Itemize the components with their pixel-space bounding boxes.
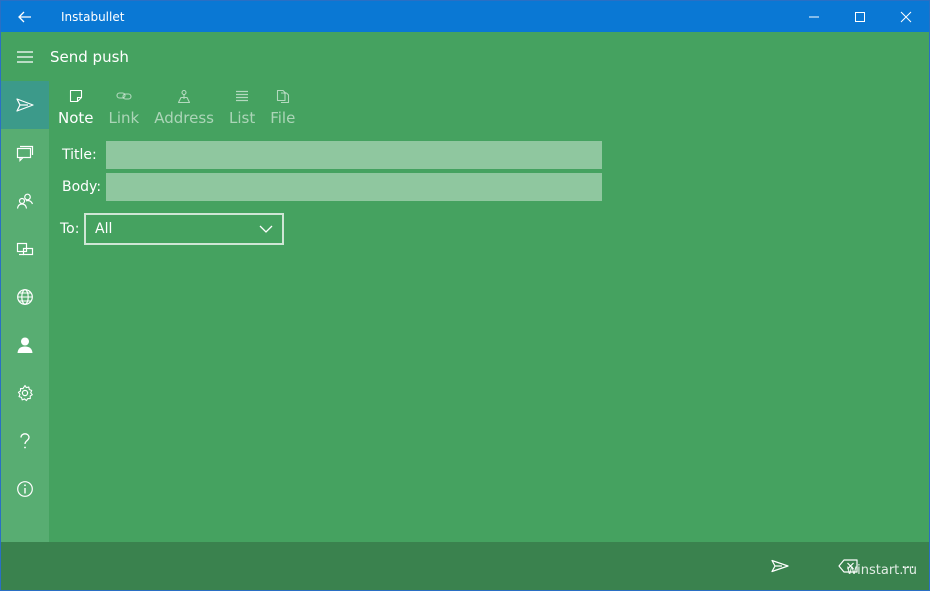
body-input[interactable] [106,173,602,201]
minimize-icon [809,16,819,17]
person-icon [17,337,33,353]
nav-item-help[interactable] [1,417,49,465]
back-arrow-icon [18,11,31,22]
window-controls [791,1,929,32]
recipient-select[interactable]: All [84,213,284,245]
back-button[interactable] [1,1,49,32]
link-icon [116,92,132,100]
close-icon [900,11,912,22]
title-label: Title: [62,147,97,163]
window-title: Instabullet [61,9,125,24]
minimize-button[interactable] [791,1,837,32]
tab-label: File [270,109,296,127]
watermark: winstart.ru [846,563,917,578]
map-pin-icon [178,89,191,103]
tab-note[interactable]: Note [55,85,97,133]
body-row: Body: [62,173,602,201]
tab-link[interactable]: Link [106,85,143,133]
title-row: Title: [62,141,602,169]
nav-item-channels[interactable] [1,273,49,321]
title-input[interactable] [106,141,602,169]
push-type-tabs: Note Link Address List File [55,85,307,133]
send-icon [16,98,34,112]
gear-icon [17,384,33,402]
tab-label: List [228,109,256,127]
file-icon [276,89,289,103]
page-header: Send push [1,32,929,81]
nav-item-send-push[interactable] [1,81,49,129]
nav-item-friends[interactable] [1,177,49,225]
send-button[interactable] [766,552,794,580]
info-icon [17,481,33,497]
sidebar-nav [1,81,49,542]
close-button[interactable] [883,1,929,32]
tab-label: Link [108,109,140,127]
body-label: Body: [62,179,102,195]
help-icon [20,433,30,449]
tab-file[interactable]: File [267,85,298,133]
tab-label: Note [58,109,94,127]
page-title: Send push [50,47,129,66]
menu-button[interactable] [1,32,49,81]
tab-label: Address [154,109,214,127]
nav-item-devices[interactable] [1,225,49,273]
nav-item-account[interactable] [1,321,49,369]
chevron-down-icon [259,225,273,233]
maximize-icon [855,11,865,22]
bottom-app-bar: ... winstart.ru [1,542,929,590]
note-icon [69,89,82,103]
nav-item-settings[interactable] [1,369,49,417]
nav-item-pushes[interactable] [1,129,49,177]
nav-item-about[interactable] [1,465,49,513]
devices-icon [16,242,34,256]
app-window: Instabullet Send push Note Link Address … [0,0,930,591]
list-icon [236,90,249,102]
people-icon [16,193,34,209]
recipient-select-value: All [95,221,113,237]
tab-address[interactable]: Address [151,85,217,133]
maximize-button[interactable] [837,1,883,32]
send-icon [771,559,789,573]
to-label: To: [60,221,80,237]
chat-icon [16,145,34,162]
tab-list[interactable]: List [226,85,258,133]
to-row: To: All [60,213,284,245]
title-bar: Instabullet [1,1,929,32]
globe-icon [17,289,33,305]
hamburger-icon [17,50,33,63]
